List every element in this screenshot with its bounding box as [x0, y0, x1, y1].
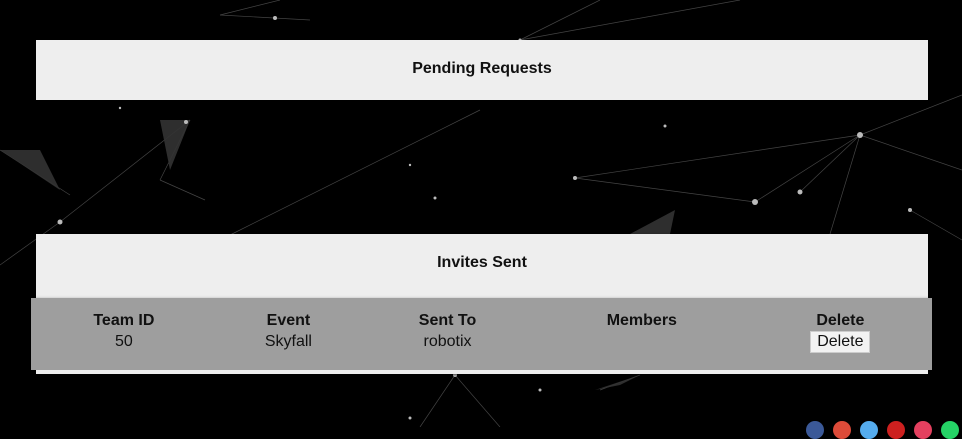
- table-row: 50 Skyfall robotix Delete: [31, 331, 932, 353]
- invites-panel-bottom: [36, 370, 928, 374]
- col-delete: Delete: [816, 312, 865, 329]
- col-members: Members: [606, 312, 677, 329]
- invites-table: Team ID Event Sent To Members Delete 50 …: [31, 311, 932, 353]
- pending-requests-title: Pending Requests: [412, 60, 552, 77]
- cell-delete: Delete: [749, 331, 932, 353]
- google-plus-icon[interactable]: [833, 421, 851, 439]
- invites-table-container: Team ID Event Sent To Members Delete 50 …: [31, 298, 932, 370]
- invites-sent-title: Invites Sent: [437, 254, 527, 271]
- col-team-id: Team ID: [93, 312, 155, 329]
- facebook-icon[interactable]: [806, 421, 824, 439]
- whatsapp-icon[interactable]: [941, 421, 959, 439]
- col-event: Event: [266, 312, 311, 329]
- youtube-icon[interactable]: [887, 421, 905, 439]
- twitter-icon[interactable]: [860, 421, 878, 439]
- table-header-row: Team ID Event Sent To Members Delete: [31, 311, 932, 331]
- cell-members: [535, 331, 749, 353]
- cell-sent-to: robotix: [423, 333, 472, 350]
- pending-requests-panel: Pending Requests: [36, 40, 928, 100]
- cell-team-id: 50: [114, 333, 133, 350]
- instagram-icon[interactable]: [914, 421, 932, 439]
- cell-event: Skyfall: [264, 333, 312, 350]
- col-sent-to: Sent To: [418, 312, 477, 329]
- delete-button[interactable]: Delete: [810, 331, 871, 353]
